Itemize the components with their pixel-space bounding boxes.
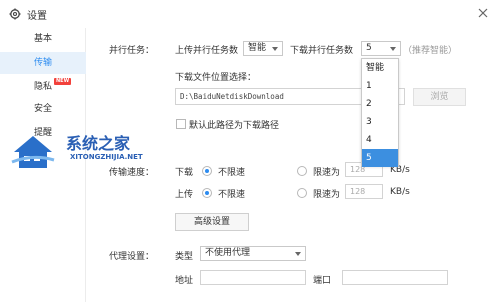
dropdown-option-selected[interactable]: 5 <box>362 149 398 167</box>
sidebar-item-privacy[interactable]: 隐私 NEW <box>0 76 86 98</box>
download-speed-label: 下载 <box>175 168 194 178</box>
download-parallel-value: 5 <box>366 43 372 53</box>
proxy-label: 代理设置： <box>109 252 155 262</box>
sidebar-item-label: 传输 <box>34 58 53 68</box>
upload-limit-input[interactable]: 128 <box>345 184 383 199</box>
default-path-label: 默认此路径为下载路径 <box>189 121 280 131</box>
title-bar: 设置 <box>0 0 500 28</box>
proxy-type-select[interactable]: 不使用代理 <box>200 246 306 261</box>
upload-speed-label: 上传 <box>175 190 194 200</box>
proxy-address-label: 地址 <box>175 276 194 286</box>
default-path-checkbox[interactable] <box>176 119 186 129</box>
upload-unlimited-label: 不限速 <box>218 190 246 200</box>
upload-unlimited-radio[interactable] <box>202 188 212 198</box>
download-unlimited-label: 不限速 <box>218 168 246 178</box>
sidebar-item-label: 安全 <box>34 104 53 114</box>
upload-parallel-select[interactable]: 智能 <box>243 41 283 56</box>
window-title: 设置 <box>27 11 47 22</box>
upload-unit: KB/s <box>390 187 410 197</box>
proxy-type-value: 不使用代理 <box>205 248 251 258</box>
location-label: 下载文件位置选择： <box>175 73 257 83</box>
gear-icon <box>9 8 21 20</box>
parallel-label: 并行任务： <box>109 46 155 56</box>
chevron-down-icon <box>295 252 301 256</box>
upload-parallel-label: 上传并行任务数 <box>175 46 239 56</box>
dropdown-option[interactable]: 4 <box>362 131 398 149</box>
dropdown-option[interactable]: 3 <box>362 113 398 131</box>
download-parallel-select[interactable]: 5 <box>361 41 401 56</box>
proxy-port-input[interactable] <box>342 270 448 285</box>
new-badge: NEW <box>54 78 72 85</box>
browse-button[interactable]: 浏览 <box>413 88 466 106</box>
watermark-url: XITONGZHIJIA.NET <box>70 153 143 161</box>
house-logo-icon <box>11 136 55 168</box>
sidebar-item-label: 基本 <box>34 34 53 44</box>
dropdown-option[interactable]: 智能 <box>362 59 398 77</box>
dropdown-option[interactable]: 1 <box>362 77 398 95</box>
parallel-hint: （推荐智能） <box>403 46 458 56</box>
download-limit-label: 限速为 <box>313 168 341 178</box>
advanced-settings-button[interactable]: 高级设置 <box>175 213 249 231</box>
chevron-down-icon <box>272 47 278 51</box>
dropdown-option[interactable]: 2 <box>362 95 398 113</box>
upload-limit-radio[interactable] <box>297 188 307 198</box>
proxy-type-label: 类型 <box>175 252 194 262</box>
upload-parallel-value: 智能 <box>248 43 267 53</box>
speed-label: 传输速度： <box>109 168 155 178</box>
watermark-brand: 系统之家 <box>66 134 131 153</box>
sidebar-item-security[interactable]: 安全 <box>0 98 86 120</box>
download-parallel-label: 下载并行任务数 <box>290 46 354 56</box>
sidebar-item-transfer[interactable]: 传输 <box>0 52 86 74</box>
upload-limit-label: 限速为 <box>313 190 341 200</box>
download-unlimited-radio[interactable] <box>202 166 212 176</box>
close-icon[interactable] <box>478 8 488 18</box>
download-limit-radio[interactable] <box>297 166 307 176</box>
proxy-port-label: 端口 <box>313 276 332 286</box>
sidebar-item-label: 隐私 <box>34 82 53 92</box>
proxy-address-input[interactable] <box>200 270 306 285</box>
download-parallel-dropdown: 智能 1 2 3 4 5 <box>361 58 399 167</box>
sidebar-item-basic[interactable]: 基本 <box>0 28 86 50</box>
chevron-down-icon <box>390 47 396 51</box>
